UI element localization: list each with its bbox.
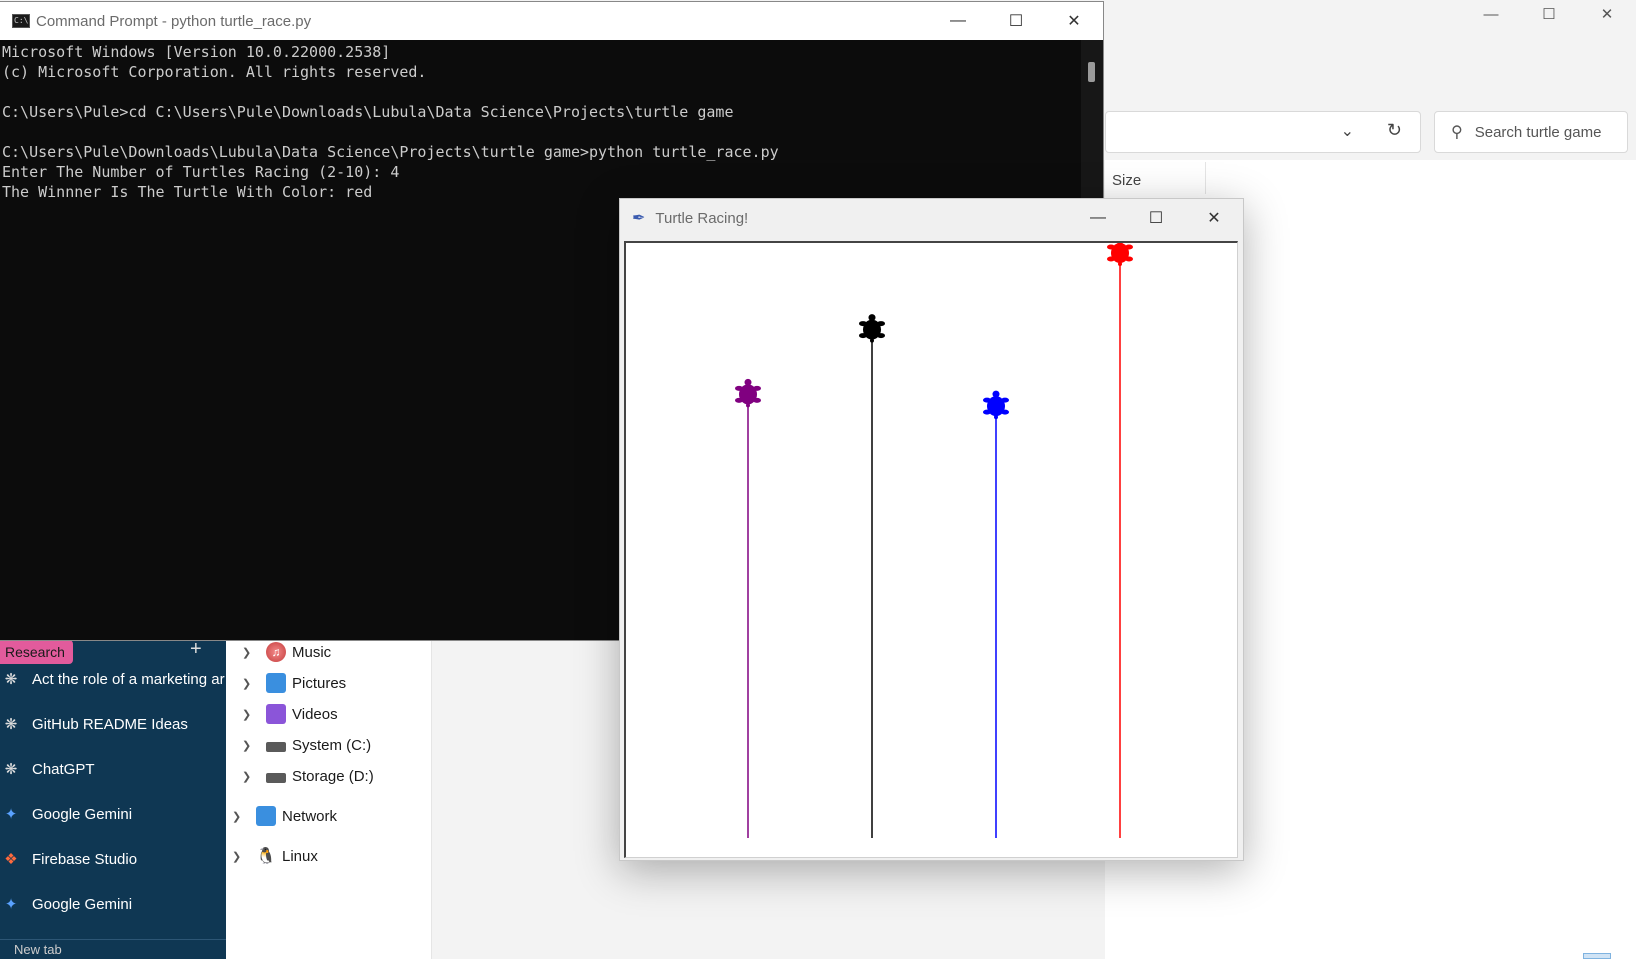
nav-item-videos[interactable]: ❯ Videos: [242, 702, 338, 726]
turtle-red-icon: [1107, 243, 1133, 266]
chevron-right-icon[interactable]: ❯: [242, 739, 258, 752]
console-line: C:\Users\Pule>cd C:\Users\Pule\Downloads…: [2, 103, 734, 121]
sidebar-item-label: GitHub README Ideas: [32, 715, 188, 733]
nav-item-label: Music: [292, 643, 332, 661]
status-bar-view-toggle[interactable]: [1583, 953, 1611, 959]
chatgpt-icon: ❋: [4, 671, 18, 688]
chatgpt-icon: ❋: [4, 716, 18, 733]
minimize-icon[interactable]: —: [1069, 199, 1127, 237]
chatgpt-icon: ❋: [4, 761, 18, 778]
new-tab-item[interactable]: New tab: [0, 939, 226, 959]
turtle-window-titlebar[interactable]: ✒ Turtle Racing! — ☐ ✕: [620, 199, 1243, 237]
minimize-icon[interactable]: —: [929, 2, 987, 40]
chevron-right-icon[interactable]: ❯: [242, 708, 258, 721]
pictures-icon: [266, 673, 286, 693]
search-placeholder: Search turtle game: [1474, 123, 1602, 141]
sidebar-item-label: Act the role of a marketing ar: [32, 670, 225, 688]
sidebar-item-label: Google Gemini: [32, 895, 133, 913]
nav-item-network[interactable]: ❯ Network: [232, 804, 337, 828]
gemini-icon: ✦: [4, 896, 18, 913]
turtle-purple-icon: [735, 378, 761, 408]
close-icon[interactable]: ✕: [1185, 199, 1243, 237]
gemini-icon: ✦: [4, 806, 18, 823]
close-icon[interactable]: ✕: [1578, 0, 1636, 28]
chevron-right-icon[interactable]: ❯: [242, 677, 258, 690]
nav-item-label: Videos: [292, 705, 338, 723]
sidebar-item-marketing[interactable]: ❋ Act the role of a marketing ar: [0, 670, 226, 689]
command-prompt-titlebar[interactable]: C:\ Command Prompt - python turtle_race.…: [0, 2, 1103, 40]
console-line: Microsoft Windows [Version 10.0.22000.25…: [2, 43, 391, 61]
console-output[interactable]: Microsoft Windows [Version 10.0.22000.25…: [2, 42, 1080, 202]
nav-item-label: System (C:): [292, 736, 372, 754]
refresh-icon[interactable]: ↻: [1387, 120, 1402, 141]
feather-icon: ✒: [632, 210, 646, 227]
network-icon: [256, 806, 276, 826]
search-input[interactable]: ⚲ Search turtle game: [1434, 111, 1628, 153]
nav-item-pictures[interactable]: ❯ Pictures: [242, 671, 346, 695]
nav-item-label: Storage (D:): [292, 767, 374, 785]
close-icon[interactable]: ✕: [1045, 2, 1103, 40]
sidebar-item-label: ChatGPT: [32, 760, 95, 778]
nav-item-label: Pictures: [292, 674, 347, 692]
maximize-icon[interactable]: ☐: [987, 2, 1045, 40]
research-tab[interactable]: Research: [0, 640, 73, 664]
address-bar[interactable]: ⌄ ↻: [1105, 111, 1421, 153]
sidebar-item-google-gemini[interactable]: ✦ Google Gemini: [0, 805, 226, 824]
chevron-right-icon[interactable]: ❯: [242, 646, 258, 659]
firebase-icon: ❖: [4, 851, 18, 868]
nav-item-linux[interactable]: ❯ 🐧 Linux: [232, 844, 318, 868]
music-icon: ♫: [266, 642, 286, 662]
console-line: Enter The Number of Turtles Racing (2-10…: [2, 163, 400, 181]
drive-icon: [266, 742, 286, 752]
chevron-down-icon[interactable]: ⌄: [1341, 121, 1354, 141]
race-canvas[interactable]: [624, 241, 1238, 858]
add-icon[interactable]: +: [190, 638, 202, 661]
terminal-icon: C:\: [12, 14, 30, 28]
sidebar-item-label: Google Gemini: [32, 805, 133, 823]
window-controls: — ☐ ✕: [1069, 199, 1243, 237]
sidebar-item-github-readme[interactable]: ❋ GitHub README Ideas: [0, 715, 226, 734]
column-divider[interactable]: [1205, 162, 1206, 194]
maximize-icon[interactable]: ☐: [1127, 199, 1185, 237]
search-icon: ⚲: [1451, 124, 1463, 141]
sidebar-item-chatgpt[interactable]: ❋ ChatGPT: [0, 760, 226, 779]
turtle-blue-icon: [983, 390, 1009, 420]
sidebar-item-google-gemini-2[interactable]: ✦ Google Gemini: [0, 895, 226, 914]
nav-item-music[interactable]: ❯ ♫ Music: [242, 640, 331, 664]
minimize-icon[interactable]: —: [1462, 0, 1520, 28]
nav-item-label: Network: [282, 807, 338, 825]
turtle-black-icon: [859, 314, 885, 343]
chevron-right-icon[interactable]: ❯: [242, 770, 258, 783]
maximize-icon[interactable]: ☐: [1520, 0, 1578, 28]
chevron-right-icon[interactable]: ❯: [232, 810, 248, 823]
window-controls: — ☐ ✕: [929, 2, 1103, 40]
console-line: (c) Microsoft Corporation. All rights re…: [2, 63, 427, 81]
navigation-pane: ❯ ♫ Music ❯ Pictures ❯ Videos ❯ System (…: [226, 638, 432, 959]
chevron-right-icon[interactable]: ❯: [232, 850, 248, 863]
scrollbar-thumb[interactable]: [1088, 62, 1095, 82]
explorer-window-controls: — ☐ ✕: [1462, 0, 1636, 28]
turtle-racing-window[interactable]: ✒ Turtle Racing! — ☐ ✕: [619, 198, 1244, 861]
browser-sidebar: Research + ❋ Act the role of a marketing…: [0, 638, 226, 959]
window-title: Command Prompt - python turtle_race.py: [36, 12, 312, 30]
window-title: Turtle Racing!: [655, 209, 749, 227]
race-track: [735, 243, 1133, 838]
linux-icon: 🐧: [256, 848, 276, 865]
drive-icon: [266, 773, 286, 783]
console-line: C:\Users\Pule\Downloads\Lubula\Data Scie…: [2, 143, 779, 161]
column-header-size[interactable]: Size: [1112, 172, 1141, 189]
sidebar-item-firebase-studio[interactable]: ❖ Firebase Studio: [0, 850, 226, 869]
sidebar-item-label: Firebase Studio: [32, 850, 138, 868]
nav-item-label: Linux: [282, 847, 318, 865]
nav-item-storage-d[interactable]: ❯ Storage (D:): [242, 764, 374, 788]
videos-icon: [266, 704, 286, 724]
nav-item-system-c[interactable]: ❯ System (C:): [242, 733, 371, 757]
